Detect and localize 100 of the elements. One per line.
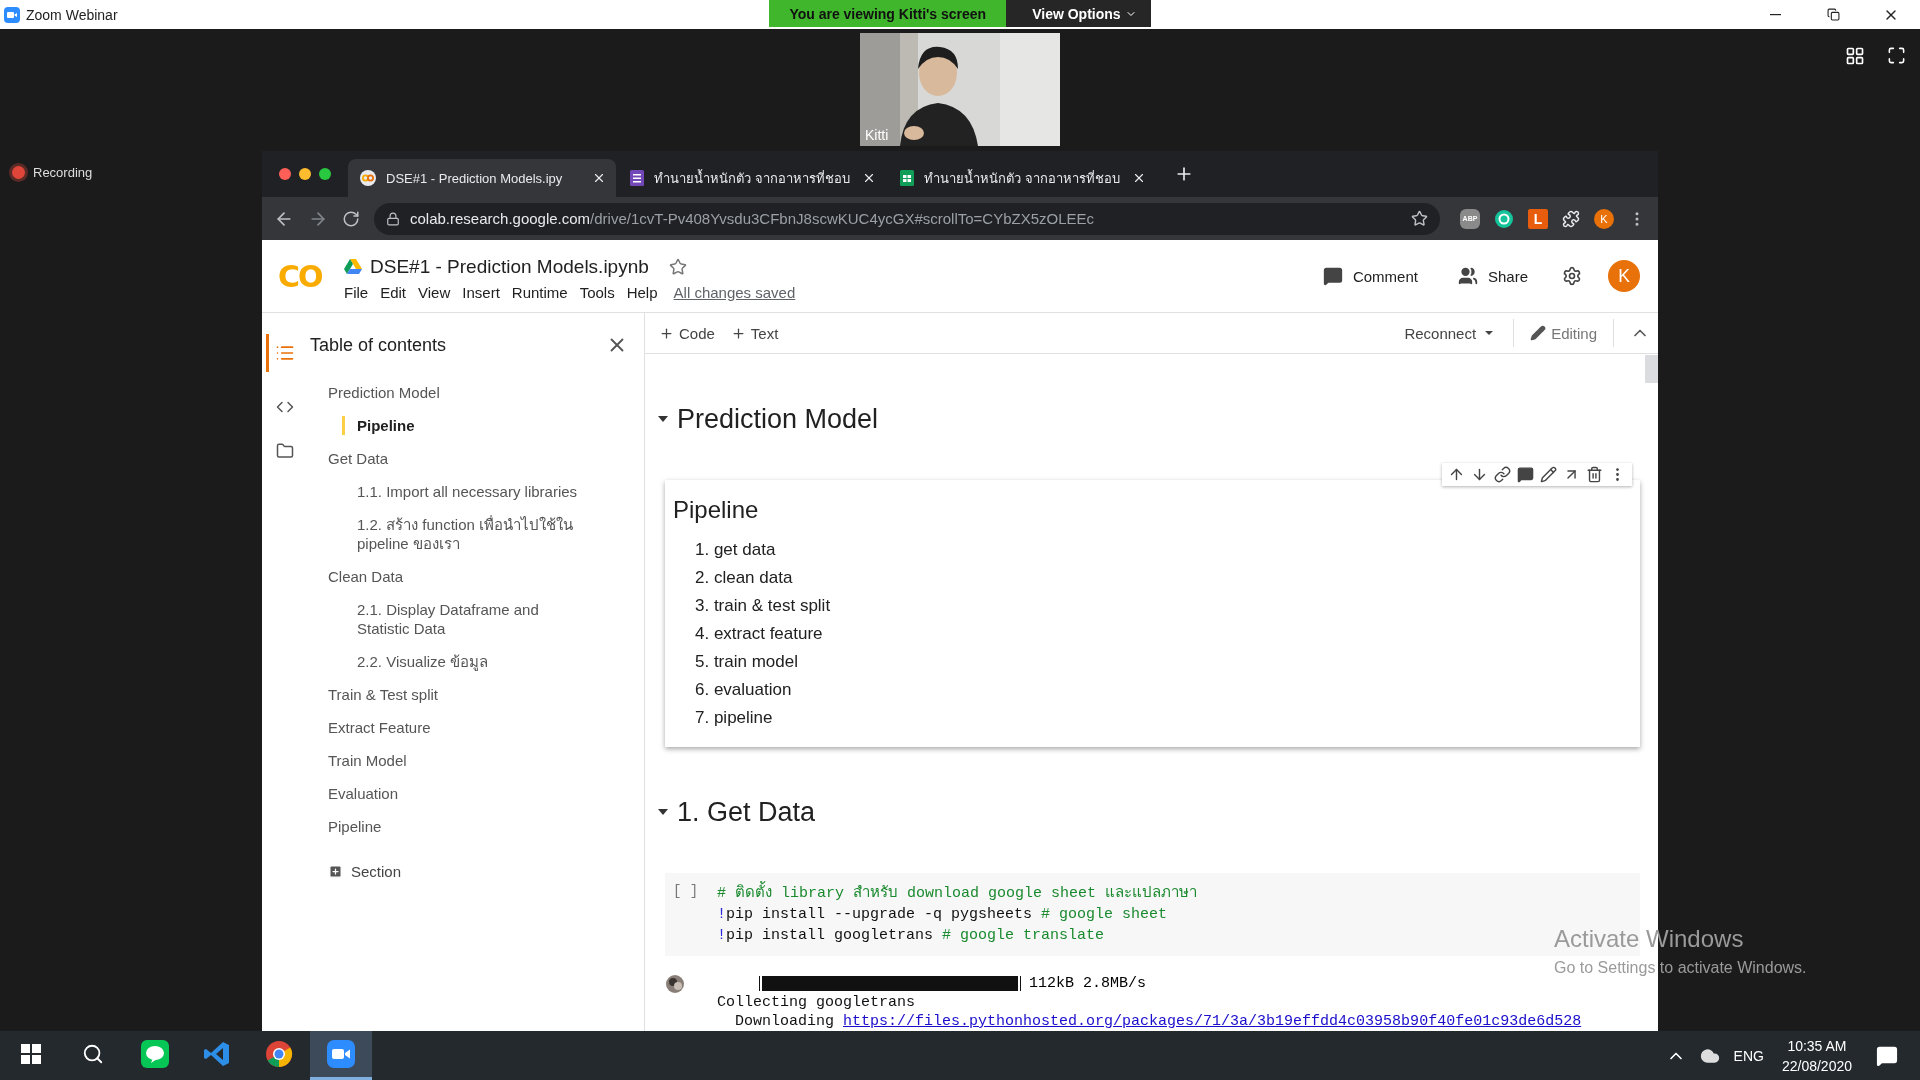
browser-tab[interactable]: ทำนายน้ำหนักตัว จากอาหารที่ชอบ (618, 159, 886, 197)
code-text: Downloading (734, 1013, 836, 1030)
link-icon[interactable] (1494, 466, 1511, 483)
toc-button[interactable] (265, 334, 295, 372)
panel-title: Table of contents (310, 334, 447, 356)
comment-button[interactable]: Comment (1316, 265, 1424, 287)
code-editor-icon (203, 1040, 231, 1068)
toc-item[interactable]: 2.1. Display Dataframe and Statistic Data (357, 600, 588, 638)
menu-item[interactable]: Help (626, 283, 658, 301)
zoom-logo-icon (4, 6, 20, 23)
taskbar-app[interactable] (310, 1031, 372, 1080)
reconnect-button[interactable]: Reconnect (1404, 324, 1498, 342)
add-section-button[interactable]: Section (328, 863, 644, 880)
editing-mode-button[interactable]: Editing (1530, 324, 1597, 342)
comment-icon[interactable] (1517, 466, 1534, 483)
clock[interactable]: 10:35 AM 22/08/2020 (1781, 1037, 1852, 1074)
menu-item[interactable]: Runtime (511, 283, 568, 301)
pencil-icon (1530, 325, 1547, 341)
code-text: # google translate (942, 927, 1105, 944)
view-options-button[interactable]: View Options (1006, 0, 1151, 27)
code-text: pip install --upgrade -q pygsheets (726, 906, 1034, 923)
list-item: 2. clean data (695, 567, 793, 589)
list-item: 5. train model (695, 651, 798, 673)
window-controls-icon[interactable] (278, 167, 332, 181)
scrollbar-thumb[interactable] (1645, 355, 1658, 383)
form-icon (630, 170, 644, 186)
video-call-icon (327, 1040, 355, 1068)
bookmark-star-icon[interactable] (1411, 210, 1428, 227)
code-text: # google sheet (1041, 906, 1168, 923)
participant-name: Kitti (865, 127, 889, 143)
window-title: Zoom Webinar (26, 6, 118, 23)
toc-item[interactable]: Train & Test split (328, 685, 588, 704)
plus-icon (659, 325, 674, 341)
plus-icon (328, 864, 343, 879)
notebook-title[interactable]: DSE#1 - Prediction Models.ipynb (370, 255, 649, 278)
browser-tab[interactable]: ทำนายน้ำหนักตัว จากอาหารที่ชอบ (888, 159, 1156, 197)
toc-item[interactable]: 1.1. Import all necessary libraries (357, 482, 588, 501)
list-item: 3. train & test split (695, 595, 831, 617)
close-tab-icon[interactable] (1132, 171, 1146, 185)
colab-logo: CO (278, 258, 323, 294)
grammarly-extension-icon[interactable] (1494, 208, 1514, 229)
close-tab-icon[interactable] (592, 171, 606, 185)
output-avatar-icon (665, 974, 685, 994)
extension-icon[interactable]: L (1528, 208, 1548, 229)
browser-icon (265, 1040, 293, 1068)
star-icon[interactable] (668, 257, 687, 276)
list-icon (274, 343, 295, 363)
comment-icon (1322, 266, 1343, 286)
extensions-icon[interactable] (1562, 209, 1580, 228)
search-icon (82, 1043, 104, 1065)
toc-item[interactable]: Train Model (328, 751, 588, 770)
code-text: ! (717, 906, 726, 923)
activation-hint: Go to Settings to activate Windows. (1554, 959, 1807, 977)
address-bar[interactable]: colab.research.google.com/drive/1cvT-Pv408Yvsdu3CFbnJ8scwKUC4ycGX#scrollTo=CYbZX5zOLEEc (374, 202, 1440, 235)
people-icon (1457, 266, 1478, 286)
minimize-icon (1769, 13, 1781, 16)
screen-share-banner: You are viewing Kitti's screen (769, 0, 1007, 27)
chat-app-icon (141, 1040, 169, 1068)
close-tab-icon[interactable] (862, 171, 876, 185)
toc-item[interactable]: Clean Data (328, 567, 588, 586)
save-status-link[interactable]: All changes saved (673, 283, 796, 301)
layout-icon[interactable] (1845, 46, 1865, 66)
section-heading: Prediction Model (677, 403, 879, 435)
output-link[interactable]: https://files.pythonhosted.org/packages/71/3a/3b19effdd4c03958b90f40fe01c93de6d528 (843, 1013, 1582, 1030)
code-text: pip install googletrans (726, 927, 935, 944)
folder-icon (275, 442, 294, 460)
cell-title: Pipeline (673, 496, 760, 524)
colab-logo-icon (360, 170, 376, 186)
menu-item[interactable]: Tools (579, 283, 615, 301)
toc-item[interactable]: Evaluation (328, 784, 588, 803)
menu-item[interactable]: File (344, 283, 369, 301)
share-button[interactable]: Share (1451, 265, 1534, 287)
edit-icon[interactable] (1540, 466, 1557, 483)
toc-item[interactable]: Pipeline (342, 416, 573, 435)
menu-item[interactable]: Insert (462, 283, 500, 301)
toc-item[interactable]: 1.2. สร้าง function เพื่อนำไปใช้ใน pipeline ของเรา (357, 515, 588, 553)
toc-item[interactable]: Extract Feature (328, 718, 588, 737)
spreadsheet-icon (900, 170, 914, 186)
menu-item[interactable]: Edit (380, 283, 407, 301)
recording-icon (12, 166, 25, 179)
add-cell-button[interactable]: Code (659, 324, 715, 342)
toc-item[interactable]: Pipeline (328, 817, 588, 836)
list-item: 1. get data (695, 539, 776, 561)
list-item: 4. extract feature (695, 623, 823, 645)
move-down-icon[interactable] (1471, 466, 1488, 483)
delete-icon[interactable] (1586, 466, 1603, 483)
notifications-icon[interactable] (1876, 1044, 1898, 1067)
reload-icon[interactable] (342, 209, 360, 228)
toc-item[interactable]: 2.2. Visualize ข้อมูล (357, 652, 588, 671)
toc-item[interactable]: Get Data (328, 449, 588, 468)
browser-tab[interactable]: DSE#1 - Prediction Models.ipy (348, 159, 616, 197)
settings-icon[interactable] (1562, 266, 1582, 286)
fullscreen-icon[interactable] (1887, 46, 1906, 65)
move-up-icon[interactable] (1448, 466, 1465, 483)
toc-item[interactable]: Prediction Model (328, 383, 588, 402)
add-cell-button[interactable]: Text (730, 324, 779, 342)
menu-item[interactable]: View (418, 283, 451, 301)
language-indicator[interactable]: ENG (1733, 1047, 1764, 1064)
run-prompt[interactable]: [ ] (673, 883, 717, 946)
drive-icon (344, 258, 362, 275)
